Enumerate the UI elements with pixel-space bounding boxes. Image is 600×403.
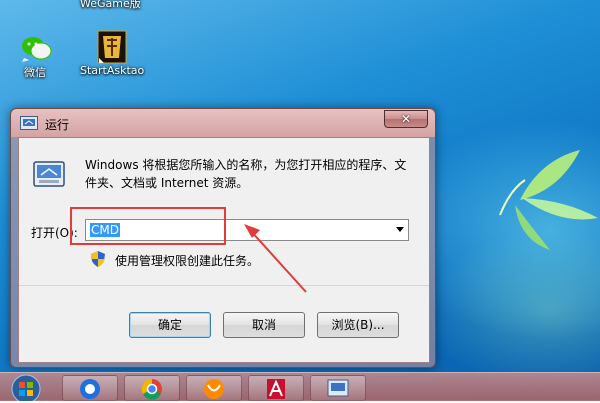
uc-browser-icon (204, 379, 224, 399)
taskbar-item-chrome[interactable] (124, 375, 180, 401)
taskbar (0, 372, 600, 401)
annotation-arrow (244, 224, 307, 293)
chrome-icon (141, 378, 162, 400)
qq-browser-icon (80, 379, 100, 399)
autocad-icon (267, 379, 285, 399)
taskbar-item-autocad[interactable] (248, 375, 304, 401)
run-icon (327, 379, 349, 397)
taskbar-item-run[interactable] (310, 375, 366, 401)
taskbar-item-qq-browser[interactable] (62, 375, 118, 401)
start-orb[interactable] (4, 373, 48, 401)
taskbar-item-uc-browser[interactable] (186, 375, 242, 401)
